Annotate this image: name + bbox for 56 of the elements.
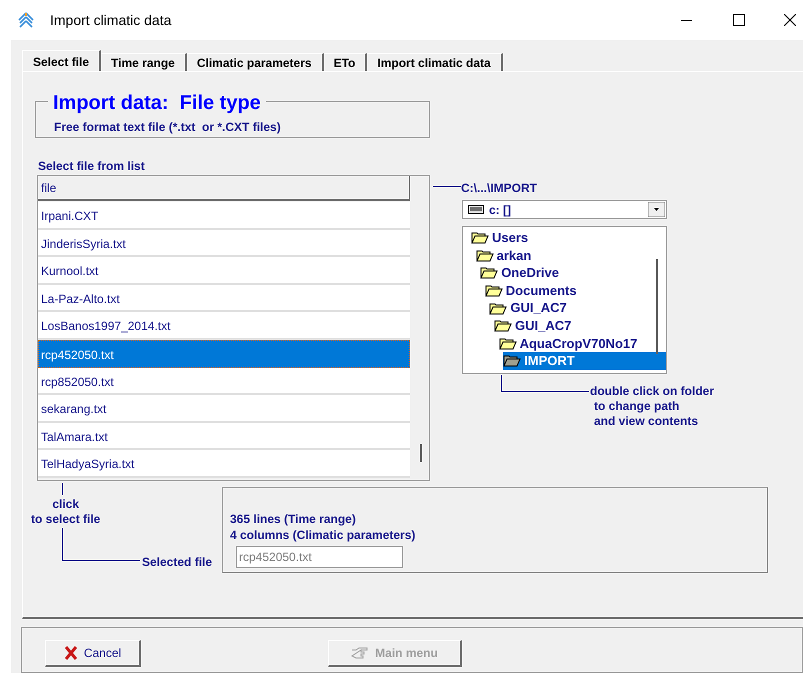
scrollbar-thumb[interactable]: [420, 444, 422, 462]
folder-item[interactable]: IMPORT: [503, 352, 666, 370]
tab[interactable]: Import climatic data: [367, 53, 503, 72]
path-label: C:\...\IMPORT: [461, 180, 537, 197]
file-row[interactable]: JinderisSyria.txt: [38, 230, 410, 258]
pointing-hand-icon: [351, 647, 370, 659]
file-row[interactable]: rcp852050.txt: [38, 368, 410, 396]
folder-icon: [498, 336, 517, 350]
folder-item[interactable]: GUI_AC7: [494, 316, 572, 335]
close-icon[interactable]: [784, 14, 796, 26]
file-row[interactable]: rcp452050.txt: [38, 340, 410, 368]
file-list[interactable]: file Irpani.CXT JinderisSyria.txt Kurnool.txt La-Paz-Alto.txt LosBanos1997_2014.txt rcp452050.txt rcp852050.txt sekarang.txt TalAmara.txt TelHadyaSyria.txt: [37, 175, 430, 481]
file-row[interactable]: LosBanos1997_2014.txt: [38, 312, 410, 340]
folder-item[interactable]: arkan: [476, 246, 532, 264]
window-title: Import climatic data: [50, 10, 172, 30]
folder-item[interactable]: AquaCropV70No17: [498, 334, 638, 352]
info-line: 4 columns (Climatic parameters): [230, 527, 416, 543]
scrollbar-thumb[interactable]: [656, 259, 658, 354]
column-header[interactable]: file: [38, 176, 410, 201]
folder-item[interactable]: Documents: [484, 282, 577, 300]
file-type-description: Free format text file (*.txt or *.CXT files): [54, 119, 281, 136]
folder-item[interactable]: GUI_AC7: [489, 299, 567, 317]
dropdown-arrow-icon[interactable]: [648, 202, 665, 217]
file-row[interactable]: Irpani.CXT: [38, 202, 410, 230]
folder-icon: [503, 354, 522, 368]
maximize-icon[interactable]: [733, 14, 745, 26]
folder-icon: [471, 231, 489, 244]
leader-line: [433, 186, 461, 187]
folder-icon: [476, 248, 494, 262]
file-row[interactable]: TalAmara.txt: [38, 422, 410, 450]
drive-dropdown[interactable]: c: []: [462, 200, 667, 219]
folder-tree[interactable]: Users arkan OneDrive Documents GUI_AC7 GUI_AC7 AquaCropV70No17 IMPORT: [462, 226, 667, 374]
info-line: 365 lines (Time range): [230, 511, 357, 527]
tab[interactable]: Time range: [101, 53, 187, 72]
drive-icon: [468, 205, 484, 214]
folder-icon: [484, 284, 503, 298]
file-row[interactable]: La-Paz-Alto.txt: [38, 284, 410, 312]
folder-icon: [480, 266, 498, 280]
cancel-button[interactable]: Cancel: [45, 640, 141, 667]
folder-icon: [494, 319, 512, 332]
file-row[interactable]: TelHadyaSyria.txt: [38, 450, 410, 478]
folder-item[interactable]: OneDrive: [480, 264, 559, 282]
tab[interactable]: Select file: [22, 50, 102, 72]
tab[interactable]: ETo: [324, 53, 368, 72]
click-hint: click to select file: [31, 497, 100, 527]
folder-hint: double click on folder to change path and view contents: [590, 384, 714, 429]
folder-item[interactable]: Users: [471, 229, 528, 247]
folder-icon: [489, 302, 508, 315]
leader-line: [62, 483, 63, 495]
tab[interactable]: Climatic parameters: [186, 53, 324, 72]
x-icon: [64, 646, 78, 660]
list-label: Select file from list: [38, 158, 145, 175]
app-icon: [17, 12, 35, 28]
selected-file-label: Selected file: [142, 554, 212, 571]
file-row[interactable]: Kurnool.txt: [38, 257, 410, 285]
file-row[interactable]: sekarang.txt: [38, 395, 410, 423]
